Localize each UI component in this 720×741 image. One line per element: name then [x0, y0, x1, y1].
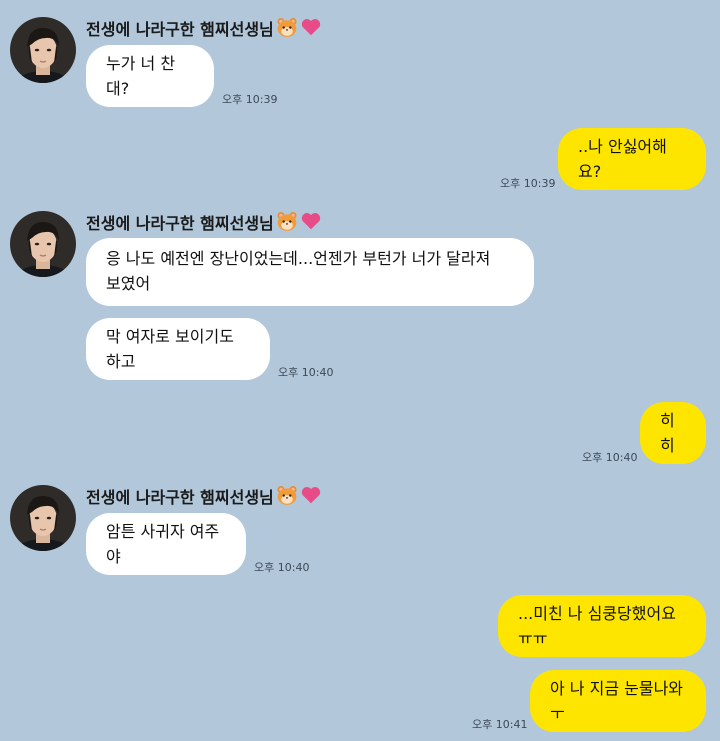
pink-heart-icon — [300, 210, 322, 236]
message-time: 오후 10:39 — [500, 177, 556, 190]
sender-name: 전생에 나라구한 햄찌선생님 — [86, 484, 322, 510]
pink-heart-icon — [300, 484, 322, 510]
message-bubble-outgoing[interactable]: 아 나 지금 눈물나와ㅜ — [530, 670, 706, 732]
profile-avatar[interactable] — [10, 485, 76, 551]
message-text: 막 여자로 보이기도 하고 — [106, 327, 234, 371]
message-text-line: 보였어 — [106, 274, 151, 293]
message-bubble-incoming[interactable]: 응 나도 예전엔 장난이었는데...언젠가 부턴가 너가 달라져 보였어 — [86, 238, 534, 306]
message-bubble-incoming[interactable]: 막 여자로 보이기도 하고 — [86, 318, 270, 380]
message-time: 오후 10:41 — [472, 718, 528, 731]
message-bubble-outgoing[interactable]: ..나 안싫어해요? — [558, 128, 706, 190]
message-text: ...미친 나 심쿵당했어요ㅠㅠ — [518, 604, 676, 648]
hamster-face-icon — [276, 484, 298, 510]
hamster-face-icon — [276, 210, 298, 236]
message-bubble-outgoing[interactable]: 히히 — [640, 402, 706, 464]
message-bubble-outgoing[interactable]: ...미친 나 심쿵당했어요ㅠㅠ — [498, 595, 706, 657]
pink-heart-icon — [300, 16, 322, 42]
message-text-line: 응 나도 예전엔 장난이었는데...언젠가 부턴가 너가 달라져 — [106, 249, 491, 268]
message-text: 아 나 지금 눈물나와ㅜ — [550, 679, 684, 723]
profile-avatar[interactable] — [10, 211, 76, 277]
profile-avatar[interactable] — [10, 17, 76, 83]
message-time: 오후 10:40 — [254, 561, 310, 574]
sender-name: 전생에 나라구한 햄찌선생님 — [86, 210, 322, 236]
message-text: 암튼 사귀자 여주야 — [106, 522, 220, 566]
message-text: 히히 — [660, 411, 675, 455]
message-time: 오후 10:39 — [222, 93, 278, 106]
message-time: 오후 10:40 — [278, 366, 334, 379]
message-bubble-incoming[interactable]: 암튼 사귀자 여주야 — [86, 513, 246, 575]
message-text: ..나 안싫어해요? — [578, 137, 667, 181]
sender-name: 전생에 나라구한 햄찌선생님 — [86, 16, 322, 42]
message-text: 누가 너 찬대? — [106, 54, 176, 98]
hamster-face-icon — [276, 16, 298, 42]
message-time: 오후 10:40 — [582, 451, 638, 464]
message-bubble-incoming[interactable]: 누가 너 찬대? — [86, 45, 214, 107]
